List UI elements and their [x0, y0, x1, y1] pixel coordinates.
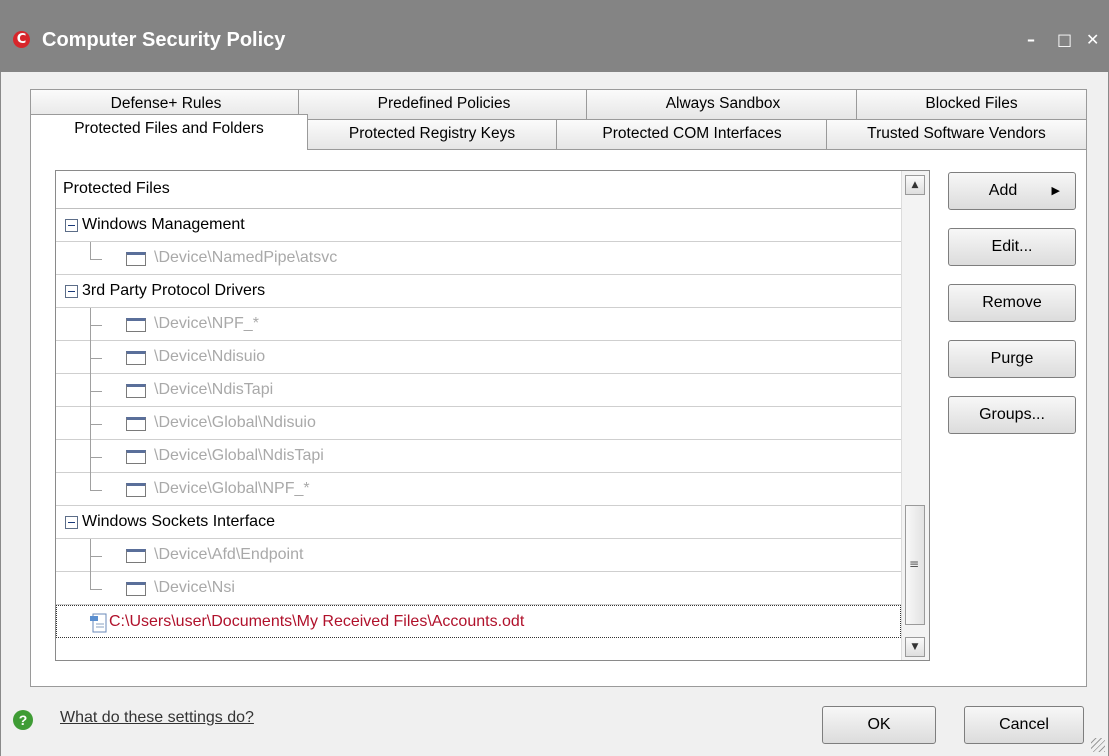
list-item[interactable]: \Device\Global\NdisTapi [56, 440, 901, 473]
window-file-icon [126, 549, 146, 563]
tab-predefined-policies[interactable]: Predefined Policies [298, 89, 590, 119]
group-row[interactable]: Windows Sockets Interface [56, 506, 901, 539]
minimize-button[interactable]: – [1027, 30, 1035, 49]
tab-trusted-software-vendors[interactable]: Trusted Software Vendors [826, 119, 1087, 149]
remove-button[interactable]: Remove [948, 284, 1076, 322]
ok-button[interactable]: OK [822, 706, 936, 744]
window-file-icon [126, 450, 146, 464]
list-item-label: \Device\Global\Ndisuio [154, 414, 316, 431]
collapse-icon[interactable] [65, 219, 78, 232]
help-icon: ? [13, 710, 33, 730]
list-item[interactable]: \Device\Nsi [56, 572, 901, 605]
purge-button[interactable]: Purge [948, 340, 1076, 378]
tab-blocked-files[interactable]: Blocked Files [856, 89, 1087, 119]
tab-always-sandbox[interactable]: Always Sandbox [586, 89, 860, 119]
window-file-icon [126, 252, 146, 266]
list-item-label: \Device\NamedPipe\atsvc [154, 249, 338, 266]
window-file-icon [126, 318, 146, 332]
close-button[interactable]: ✕ [1086, 30, 1099, 49]
window-file-icon [126, 384, 146, 398]
title-bar[interactable]: C Computer Security Policy – □ ✕ [0, 0, 1109, 72]
selected-item-label: C:\Users\user\Documents\My Received File… [109, 613, 525, 630]
window-title: Computer Security Policy [42, 29, 286, 51]
list-item[interactable]: \Device\NamedPipe\atsvc [56, 242, 901, 275]
submenu-arrow-icon: ▶ [1051, 185, 1060, 197]
list-item-label: \Device\Global\NPF_* [154, 480, 310, 497]
group-label: Windows Management [82, 216, 245, 233]
groups-button[interactable]: Groups... [948, 396, 1076, 434]
resize-grip-icon[interactable] [1091, 738, 1105, 752]
document-icon [90, 613, 107, 633]
maximize-button[interactable]: □ [1057, 30, 1072, 49]
scroll-thumb[interactable]: ≡ [905, 505, 925, 625]
cancel-button[interactable]: Cancel [964, 706, 1084, 744]
group-label: 3rd Party Protocol Drivers [82, 282, 266, 299]
list-item[interactable]: \Device\Afd\Endpoint [56, 539, 901, 572]
tab-protected-registry-keys[interactable]: Protected Registry Keys [306, 119, 558, 149]
collapse-icon[interactable] [65, 285, 78, 298]
list-item[interactable]: \Device\Ndisuio [56, 341, 901, 374]
tab-protected-com-interfaces[interactable]: Protected COM Interfaces [556, 119, 828, 149]
edit-button[interactable]: Edit... [948, 228, 1076, 266]
protected-files-list[interactable]: Protected Files Windows Management \Devi… [55, 170, 930, 661]
list-item-label: \Device\Nsi [154, 579, 235, 596]
comodo-logo-icon: C [13, 31, 30, 48]
window-file-icon [126, 582, 146, 596]
list-item-label: \Device\Afd\Endpoint [154, 546, 304, 563]
collapse-icon[interactable] [65, 516, 78, 529]
list-item[interactable]: \Device\Global\NPF_* [56, 473, 901, 506]
grip-icon: ≡ [909, 557, 920, 571]
list-header: Protected Files [56, 171, 901, 209]
scroll-up-button[interactable]: ▲ [905, 175, 925, 195]
group-row[interactable]: 3rd Party Protocol Drivers [56, 275, 901, 308]
list-item[interactable]: \Device\Global\Ndisuio [56, 407, 901, 440]
list-item-label: \Device\NdisTapi [154, 381, 274, 398]
scroll-down-button[interactable]: ▼ [905, 637, 925, 657]
tab-protected-files-and-folders[interactable]: Protected Files and Folders [30, 114, 308, 150]
help-link[interactable]: What do these settings do? [60, 709, 254, 727]
group-row[interactable]: Windows Management [56, 209, 901, 242]
group-label: Windows Sockets Interface [82, 513, 275, 530]
add-button-label: Add [988, 182, 1018, 199]
list-item-label: \Device\Ndisuio [154, 348, 266, 365]
window-file-icon [126, 351, 146, 365]
list-item[interactable]: \Device\NdisTapi [56, 374, 901, 407]
selected-list-item[interactable]: C:\Users\user\Documents\My Received File… [56, 605, 901, 638]
window-file-icon [126, 417, 146, 431]
vertical-scrollbar[interactable]: ▲ ≡ ▼ [901, 171, 929, 660]
list-item[interactable]: \Device\NPF_* [56, 308, 901, 341]
window-file-icon [126, 483, 146, 497]
list-item-label: \Device\Global\NdisTapi [154, 447, 324, 464]
add-button[interactable]: Add ▶ [948, 172, 1076, 210]
list-item-label: \Device\NPF_* [154, 315, 259, 332]
